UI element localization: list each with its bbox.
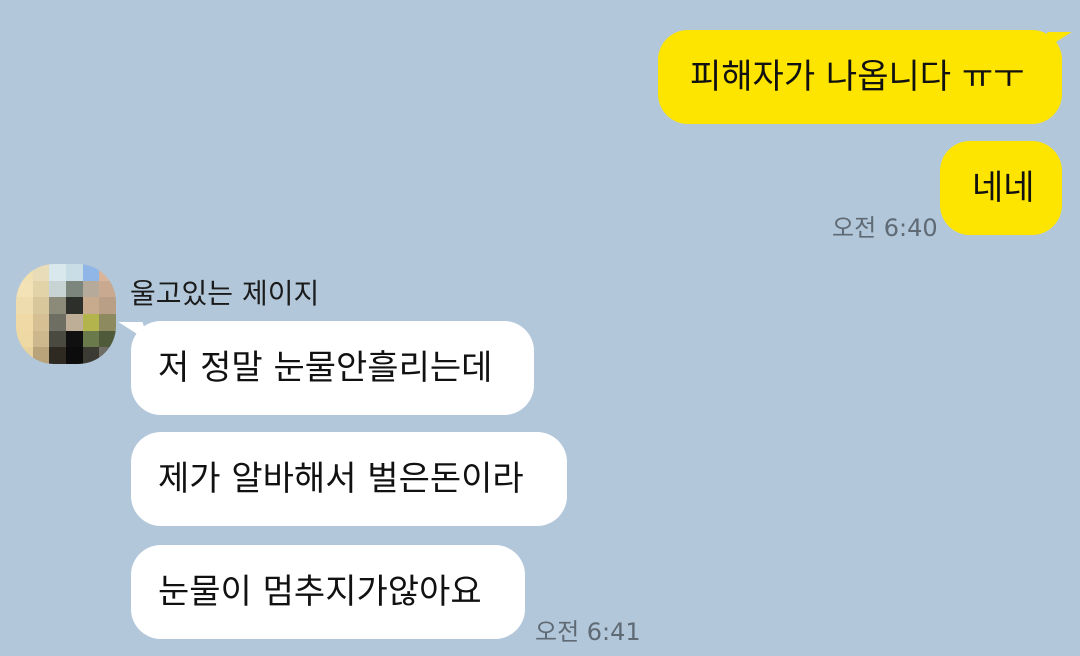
message-text: 네네: [972, 168, 1035, 208]
message-text: 저 정말 눈물안흘리는데: [158, 348, 493, 388]
outgoing-message-bubble[interactable]: 피해자가 나옵니다 ㅠㅜ: [658, 30, 1062, 124]
message-timestamp: 오전 6:41: [535, 618, 641, 646]
outgoing-message-bubble[interactable]: 네네: [940, 141, 1062, 235]
incoming-message-bubble[interactable]: 저 정말 눈물안흘리는데: [131, 321, 534, 415]
message-timestamp: 오전 6:40: [832, 214, 938, 242]
avatar[interactable]: [16, 264, 116, 364]
message-text: 피해자가 나옵니다 ㅠㅜ: [690, 57, 1025, 97]
incoming-message-bubble[interactable]: 눈물이 멈추지가않아요: [131, 545, 525, 639]
message-text: 제가 알바해서 벌은돈이라: [158, 459, 524, 499]
sender-name: 울고있는 제이지: [130, 277, 320, 310]
incoming-message-bubble[interactable]: 제가 알바해서 벌은돈이라: [131, 432, 567, 526]
message-text: 눈물이 멈추지가않아요: [158, 572, 482, 612]
